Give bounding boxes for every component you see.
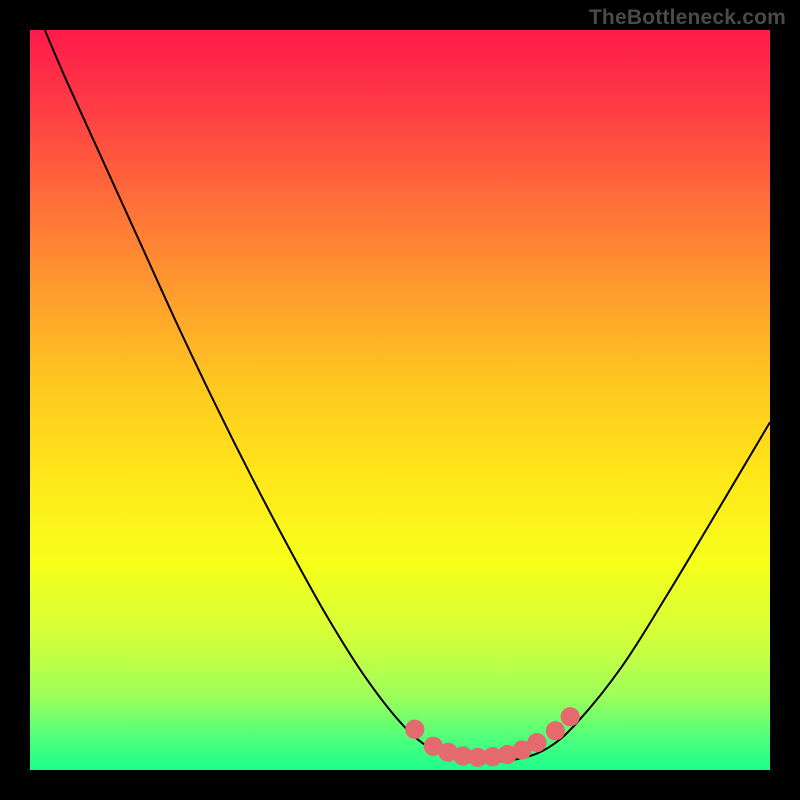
curve-marker [561,707,580,726]
plot-canvas [30,30,770,770]
curve-marker [546,721,565,740]
plot-svg [30,30,770,770]
curve-marker [405,720,424,739]
gradient-background [30,30,770,770]
chart-frame: TheBottleneck.com [0,0,800,800]
watermark-text: TheBottleneck.com [589,6,786,30]
curve-marker [527,733,546,752]
